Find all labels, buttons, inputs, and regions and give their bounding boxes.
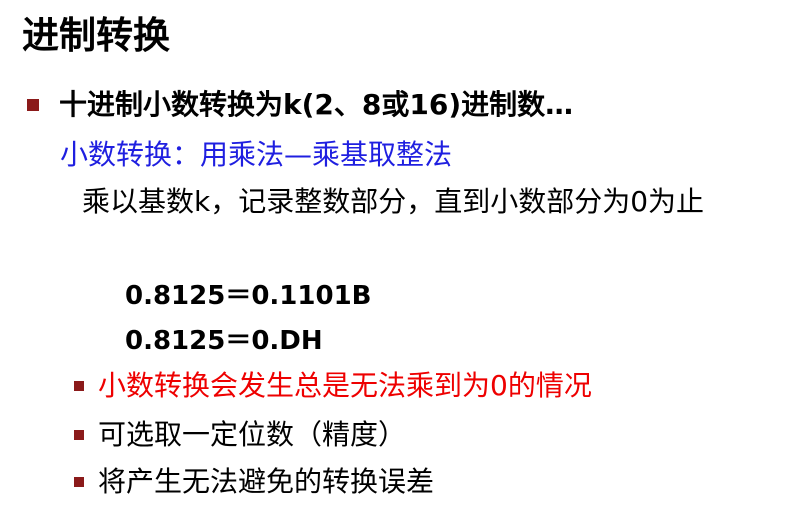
square-bullet-icon [74, 477, 84, 487]
method-line: 小数转换：用乘法—乘基取整法 [60, 138, 453, 171]
main-bullet: 十进制小数转换为k(2、8或16)进制数… [27, 83, 573, 127]
square-bullet-icon [74, 430, 84, 440]
sub-bullet-warning: 小数转换会发生总是无法乘到为0的情况 [74, 364, 592, 408]
sub-bullet-text: 可选取一定位数（精度） [98, 418, 407, 451]
square-bullet-icon [27, 99, 39, 111]
sub-bullet-text: 小数转换会发生总是无法乘到为0的情况 [98, 369, 592, 402]
formula-hex: 0.8125＝0.DH [125, 326, 323, 356]
main-bullet-text: 十进制小数转换为k(2、8或16)进制数… [59, 88, 574, 121]
formula-binary: 0.8125＝0.1101B [125, 281, 372, 311]
description-paragraph: 乘以基数k，记录整数部分，直到小数部分为0为止 [60, 180, 780, 224]
sub-bullet-precision: 可选取一定位数（精度） [74, 413, 406, 457]
sub-bullet-error: 将产生无法避免的转换误差 [74, 460, 434, 504]
slide-title: 进制转换 [22, 14, 170, 57]
sub-bullet-text: 将产生无法避免的转换误差 [98, 465, 435, 498]
square-bullet-icon [74, 381, 84, 391]
description-text: 乘以基数k，记录整数部分，直到小数部分为0为止 [82, 185, 705, 218]
